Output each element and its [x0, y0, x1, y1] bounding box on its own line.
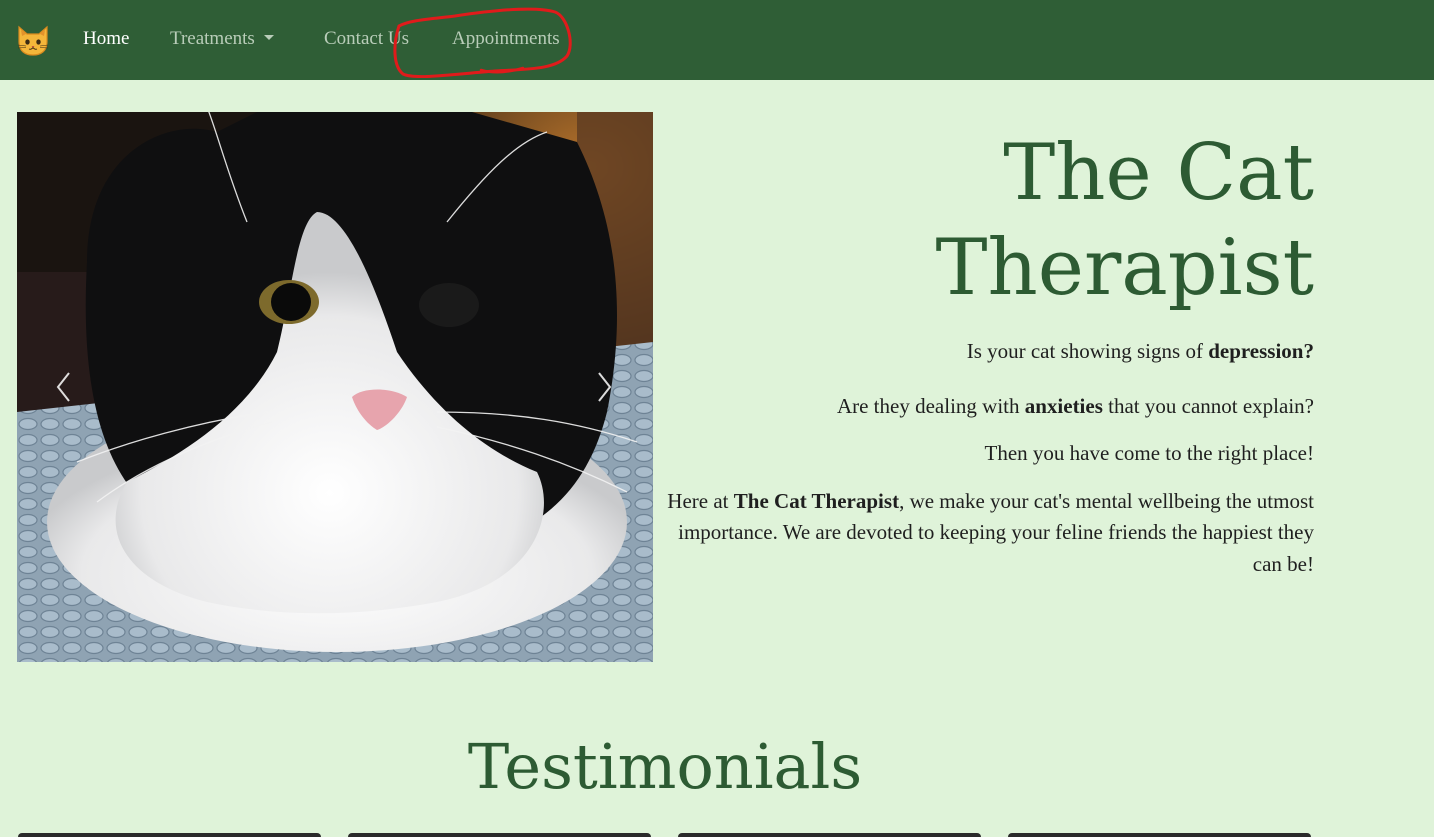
hero-paragraph-2: Are they dealing with anxieties that you… — [836, 393, 1314, 418]
nav-appointments-link[interactable]: Appointments — [452, 28, 560, 50]
nav-treatments-dropdown[interactable]: Treatments — [170, 28, 274, 50]
testimonial-card — [1008, 833, 1311, 837]
cat-face-icon — [17, 25, 49, 56]
hero-paragraph-1: Is your cat showing signs of depression? — [966, 339, 1314, 363]
testimonial-card — [348, 833, 651, 837]
testimonials-heading: Testimonials — [467, 730, 863, 803]
testimonial-card — [678, 833, 981, 837]
nav-treatments-label: Treatments — [170, 28, 255, 49]
carousel-next-button[interactable] — [584, 362, 624, 412]
title-line-1: The Cat — [1003, 128, 1314, 218]
hero-paragraph-4: Here at The Cat Therapist, we make your … — [667, 488, 1314, 576]
hero-paragraph-3: Then you have come to the right place! — [984, 441, 1314, 465]
chevron-down-icon — [263, 35, 274, 41]
hero-carousel — [17, 112, 653, 662]
page-title: The Cat Therapist — [660, 112, 1314, 316]
chevron-left-icon — [56, 372, 70, 402]
hero-section: The Cat Therapist Is your cat showing si… — [660, 112, 1314, 580]
cat-photo — [17, 112, 653, 662]
testimonial-card — [18, 833, 321, 837]
nav-home-link[interactable]: Home — [83, 28, 129, 50]
navbar: Home Treatments Contact Us Appointments — [0, 0, 1434, 80]
chevron-right-icon — [598, 372, 612, 402]
brand-logo[interactable] — [15, 22, 51, 58]
nav-contact-link[interactable]: Contact Us — [324, 28, 409, 50]
title-line-2: Therapist — [935, 223, 1314, 313]
carousel-prev-button[interactable] — [44, 362, 84, 412]
